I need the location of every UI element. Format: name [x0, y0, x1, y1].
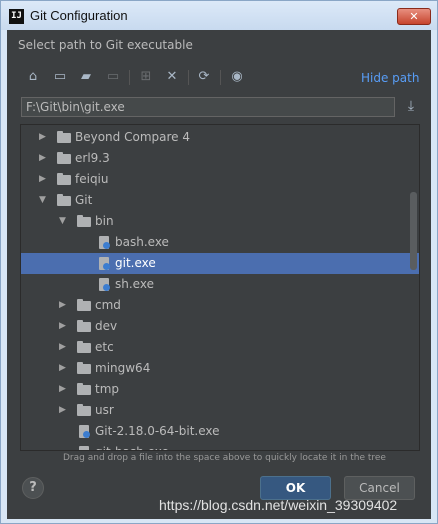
executable-file-icon — [79, 446, 89, 450]
folder-icon — [77, 320, 91, 332]
tree-row[interactable]: bash.exe — [21, 232, 419, 253]
collapsed-arrow-icon[interactable]: ▶ — [59, 316, 69, 337]
new-folder-icon[interactable]: ▰ — [78, 69, 94, 85]
delete-icon[interactable]: ✕ — [164, 69, 180, 85]
tree-row[interactable]: git.exe — [21, 253, 419, 274]
toolbar-separator — [220, 70, 221, 85]
tree-row[interactable]: ▶ tmp — [21, 379, 419, 400]
window-title: Git Configuration — [30, 8, 128, 23]
drag-drop-hint: Drag and drop a file into the space abov… — [63, 453, 386, 463]
dialog-subtitle: Select path to Git executable — [18, 38, 193, 52]
executable-file-icon — [99, 278, 110, 291]
toolbar-separator — [188, 70, 189, 85]
collapsed-arrow-icon[interactable]: ▶ — [59, 337, 69, 358]
tree-item-label: etc — [95, 340, 114, 354]
folder-icon — [77, 362, 91, 374]
title-bar[interactable]: IJ Git Configuration ✕ — [1, 1, 437, 30]
tree-row[interactable]: Git-2.18.0-64-bit.exe — [21, 421, 419, 442]
tree-item-label: Beyond Compare 4 — [75, 130, 190, 144]
tree-row[interactable]: ▶ Beyond Compare 4 — [21, 127, 419, 148]
tree-item-label: bin — [95, 214, 114, 228]
toolbar-separator — [129, 70, 130, 85]
executable-file-icon — [79, 425, 90, 438]
collapsed-arrow-icon[interactable]: ▶ — [39, 169, 49, 190]
exe-badge-icon — [83, 431, 90, 438]
collapsed-arrow-icon[interactable]: ▶ — [59, 400, 69, 421]
tree-item-label: sh.exe — [115, 277, 154, 291]
collapsed-arrow-icon[interactable]: ▶ — [59, 379, 69, 400]
collapsed-arrow-icon[interactable]: ▶ — [59, 295, 69, 316]
folder-icon — [77, 299, 91, 311]
tree-row[interactable]: ▶ cmd — [21, 295, 419, 316]
tree-item-label: tmp — [95, 382, 120, 396]
tree-item-label: git.exe — [115, 256, 156, 270]
tree-row[interactable]: ▶ dev — [21, 316, 419, 337]
tree-row[interactable]: ▼ bin — [21, 211, 419, 232]
close-button[interactable]: ✕ — [397, 8, 431, 25]
dialog-window: IJ Git Configuration ✕ Select path to Gi… — [0, 0, 438, 524]
collapsed-arrow-icon[interactable]: ▶ — [39, 127, 49, 148]
tree-item-label: usr — [95, 403, 114, 417]
intellij-icon: IJ — [9, 9, 24, 24]
executable-file-icon — [99, 257, 110, 270]
exe-badge-icon — [103, 242, 110, 249]
download-icon[interactable]: ⤓ — [403, 98, 419, 116]
tree-row[interactable]: ▶ usr — [21, 400, 419, 421]
tree-item-label: bash.exe — [115, 235, 169, 249]
tree-row[interactable]: ▼ Git — [21, 190, 419, 211]
exe-badge-icon — [103, 263, 110, 270]
tree-row[interactable]: sh.exe — [21, 274, 419, 295]
scrollbar-thumb[interactable] — [410, 192, 417, 270]
tree-item-label: feiqiu — [75, 172, 109, 186]
tree-row[interactable]: ▶ erl9.3 — [21, 148, 419, 169]
collapsed-arrow-icon[interactable]: ▶ — [59, 358, 69, 379]
help-button[interactable]: ? — [22, 477, 44, 499]
hide-path-link[interactable]: Hide path — [361, 71, 419, 85]
tree-item-label: mingw64 — [95, 361, 151, 375]
refresh-icon[interactable]: ⟳ — [196, 69, 212, 85]
watermark: https://blog.csdn.net/weixin_39309402 — [159, 497, 398, 513]
folder-icon — [77, 404, 91, 416]
folder-icon — [57, 152, 71, 164]
file-tree[interactable]: ▶ Beyond Compare 4 ▶ erl9.3 ▶ feiqiu ▼ Git ▼ bin b… — [20, 124, 420, 451]
executable-file-icon — [99, 236, 110, 249]
folder-icon — [57, 131, 71, 143]
tree-item-label: dev — [95, 319, 118, 333]
collapsed-arrow-icon[interactable]: ▶ — [39, 148, 49, 169]
tree-item-label: erl9.3 — [75, 151, 110, 165]
tree-item-label: Git-2.18.0-64-bit.exe — [95, 424, 220, 438]
tree-row[interactable]: ▶ etc — [21, 337, 419, 358]
tree-item-label: git-bash.exe — [95, 445, 169, 450]
folder-icon — [77, 215, 91, 227]
show-hidden-icon[interactable]: ◉ — [229, 69, 245, 85]
exe-badge-icon — [103, 284, 110, 291]
expanded-arrow-icon[interactable]: ▼ — [39, 190, 49, 211]
tree-row[interactable]: ▶ mingw64 — [21, 358, 419, 379]
tree-item-label: Git — [75, 193, 93, 207]
folder-icon — [77, 341, 91, 353]
path-input[interactable]: F:\Git\bin\git.exe — [21, 97, 395, 117]
folder-icon — [57, 194, 71, 206]
home-icon[interactable]: ⌂ — [25, 69, 41, 85]
desktop-icon[interactable]: ▭ — [52, 69, 68, 85]
folder-icon — [57, 173, 71, 185]
tree-row[interactable]: git-bash.exe — [21, 442, 419, 450]
new-file-icon[interactable]: ▭ — [105, 69, 121, 85]
add-icon[interactable]: ⊞ — [138, 69, 154, 85]
expanded-arrow-icon[interactable]: ▼ — [59, 211, 69, 232]
tree-item-label: cmd — [95, 298, 121, 312]
folder-icon — [77, 383, 91, 395]
tree-row[interactable]: ▶ feiqiu — [21, 169, 419, 190]
